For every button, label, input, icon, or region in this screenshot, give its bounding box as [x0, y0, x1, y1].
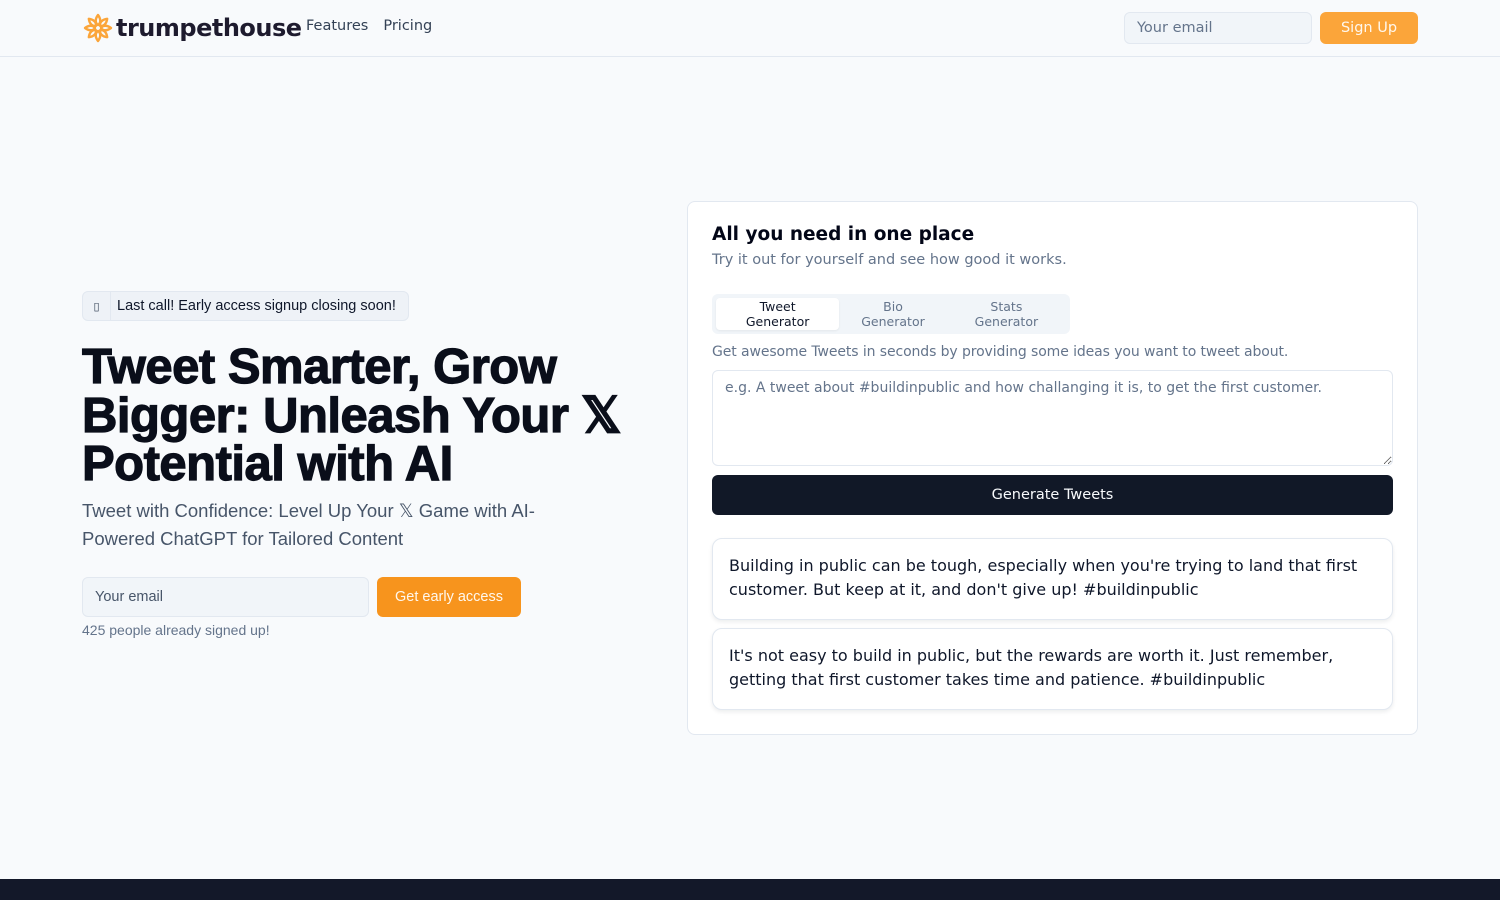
brand-name: trumpethouse — [116, 14, 302, 42]
hero-email-input[interactable] — [82, 577, 369, 617]
top-navbar: trumpethouse Features Pricing Sign Up — [0, 0, 1500, 57]
nav-link-pricing[interactable]: Pricing — [383, 18, 432, 34]
hero-subtitle: Tweet with Confidence: Level Up Your 𝕏 G… — [82, 500, 535, 549]
footer — [0, 879, 1500, 900]
megaphone-icon: ▯ — [83, 292, 111, 320]
tab-tweet-generator[interactable]: Tweet Generator — [716, 298, 840, 330]
demo-card: All you need in one place Try it out for… — [687, 201, 1418, 735]
generated-tweet[interactable]: It's not easy to build in public, but th… — [712, 628, 1393, 710]
tab-stats-generator[interactable]: Stats Generator — [947, 298, 1066, 330]
sign-up-button[interactable]: Sign Up — [1320, 12, 1418, 44]
generated-tweet[interactable]: Building in public can be tough, especia… — [712, 538, 1393, 620]
announcement-text: Last call! Early access signup closing s… — [117, 298, 396, 314]
announcement-banner: ▯ Last call! Early access signup closing… — [82, 291, 409, 321]
sun-flower-icon — [82, 12, 114, 44]
generate-tweets-button[interactable]: Generate Tweets — [712, 475, 1393, 515]
nav-links: Features Pricing — [306, 18, 432, 34]
nav-email-input[interactable] — [1124, 12, 1312, 44]
tab-bio-generator[interactable]: Bio Generator — [839, 298, 947, 330]
nav-link-features[interactable]: Features — [306, 18, 368, 34]
tweet-prompt-input[interactable] — [712, 370, 1393, 466]
brand-logo[interactable]: trumpethouse — [82, 11, 302, 45]
signup-count: 425 people already signed up! — [82, 622, 270, 638]
generator-tabs: Tweet Generator Bio Generator Stats Gene… — [712, 294, 1070, 334]
demo-title: All you need in one place — [712, 224, 975, 245]
hero-title: Tweet Smarter, Grow Bigger: Unleash Your… — [81, 340, 621, 491]
demo-subtitle: Try it out for yourself and see how good… — [712, 252, 1067, 268]
tab-description: Get awesome Tweets in seconds by providi… — [712, 344, 1289, 360]
get-early-access-button[interactable]: Get early access — [377, 577, 521, 617]
